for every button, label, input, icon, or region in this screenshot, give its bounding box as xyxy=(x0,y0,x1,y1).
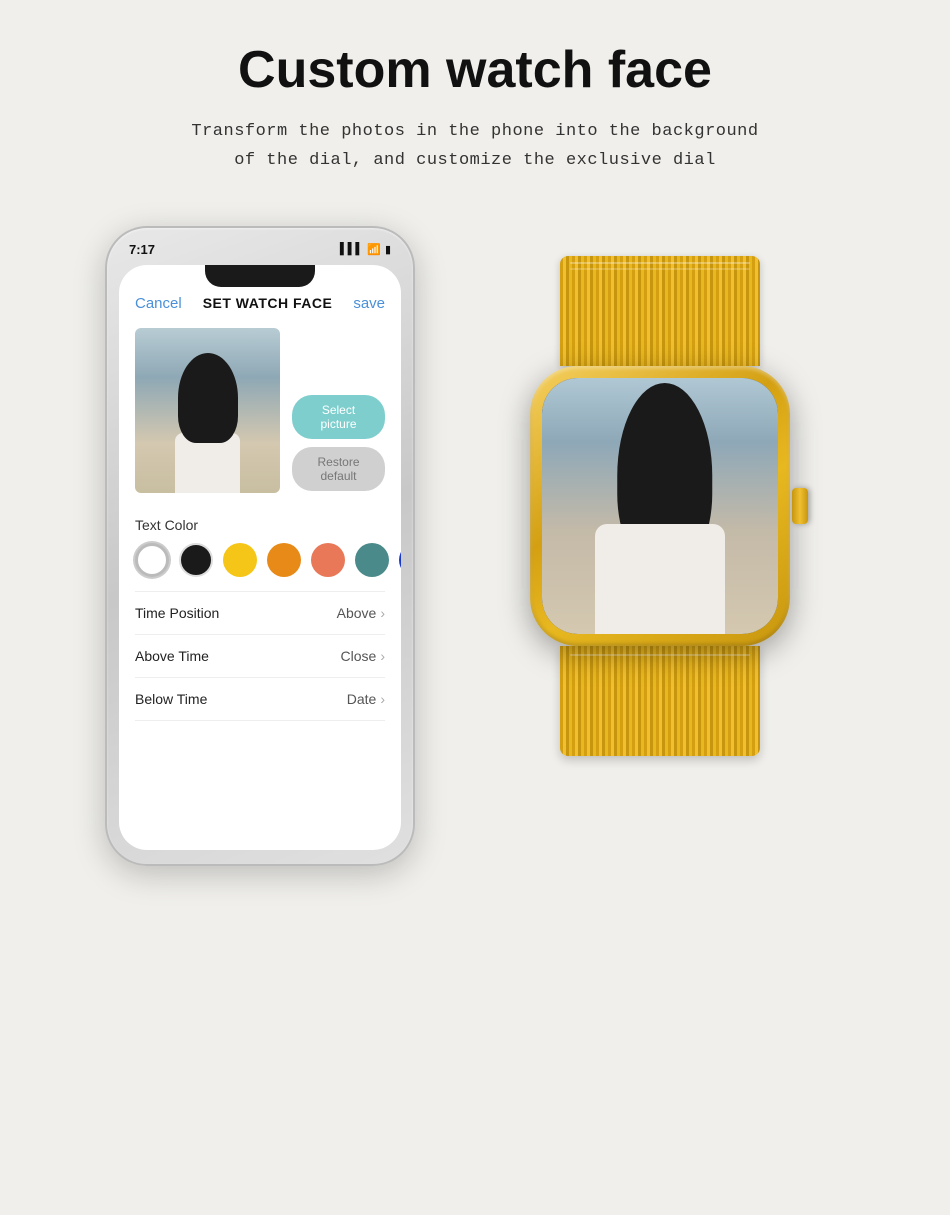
watch-crown xyxy=(792,488,808,524)
watch-band-top xyxy=(560,256,760,366)
setting-label: Below Time xyxy=(135,691,207,707)
setting-value: Close › xyxy=(341,648,385,664)
restore-default-button[interactable]: Restore default xyxy=(292,447,385,491)
photo-preview xyxy=(135,328,280,493)
action-buttons: Select picture Restore default xyxy=(292,395,385,491)
text-color-label: Text Color xyxy=(135,517,385,533)
watch-screen xyxy=(542,378,778,634)
watch-screen-photo xyxy=(542,378,778,634)
color-picker xyxy=(135,543,385,577)
phone-notch xyxy=(205,265,315,287)
phone-time: 7:17 xyxy=(129,242,155,257)
color-circle-orange[interactable] xyxy=(267,543,301,577)
watch-case xyxy=(530,366,790,646)
phone-app-content: Cancel SET WATCH FACE save Select pictur… xyxy=(119,265,401,850)
color-circle-peach[interactable] xyxy=(311,543,345,577)
phone-device: 7:17 ▌▌▌ 📶 ▮ Cancel SET WATCH FACE save xyxy=(105,226,415,866)
person-hair xyxy=(178,353,238,443)
select-picture-button[interactable]: Select picture xyxy=(292,395,385,439)
photo-person-figure xyxy=(163,353,253,493)
battery-icon: ▮ xyxy=(385,243,391,256)
chevron-right-icon: › xyxy=(380,605,385,621)
setting-label: Time Position xyxy=(135,605,219,621)
color-circle-black[interactable] xyxy=(179,543,213,577)
cancel-button[interactable]: Cancel xyxy=(135,295,182,312)
setting-row[interactable]: Below Time Date › xyxy=(135,678,385,721)
watch-person-body xyxy=(595,524,725,634)
devices-row: 7:17 ▌▌▌ 📶 ▮ Cancel SET WATCH FACE save xyxy=(30,226,920,866)
setting-value: Above › xyxy=(337,605,385,621)
page-subtitle: Transform the photos in the phone into t… xyxy=(191,118,758,176)
text-color-section: Text Color xyxy=(135,517,385,577)
wifi-icon: 📶 xyxy=(367,243,381,256)
color-circle-yellow[interactable] xyxy=(223,543,257,577)
chevron-right-icon: › xyxy=(380,648,385,664)
phone-status-bar: 7:17 ▌▌▌ 📶 ▮ xyxy=(119,242,401,265)
signal-icon: ▌▌▌ xyxy=(340,243,363,255)
save-button[interactable]: save xyxy=(353,295,385,312)
color-circle-teal[interactable] xyxy=(355,543,389,577)
color-circle-white[interactable] xyxy=(135,543,169,577)
phone-status-icons: ▌▌▌ 📶 ▮ xyxy=(340,243,391,256)
color-circle-blue[interactable] xyxy=(399,543,401,577)
setting-row[interactable]: Above Time Close › xyxy=(135,635,385,678)
watch-band-bottom xyxy=(560,646,760,756)
app-header: Cancel SET WATCH FACE save xyxy=(135,295,385,312)
chevron-right-icon: › xyxy=(380,691,385,707)
settings-list: Time Position Above › Above Time Close ›… xyxy=(135,591,385,721)
page-title: Custom watch face xyxy=(238,40,712,100)
app-title: SET WATCH FACE xyxy=(203,295,333,311)
setting-label: Above Time xyxy=(135,648,209,664)
setting-value: Date › xyxy=(347,691,385,707)
setting-row[interactable]: Time Position Above › xyxy=(135,592,385,635)
smartwatch-device xyxy=(475,256,845,836)
phone-screen: Cancel SET WATCH FACE save Select pictur… xyxy=(119,265,401,850)
